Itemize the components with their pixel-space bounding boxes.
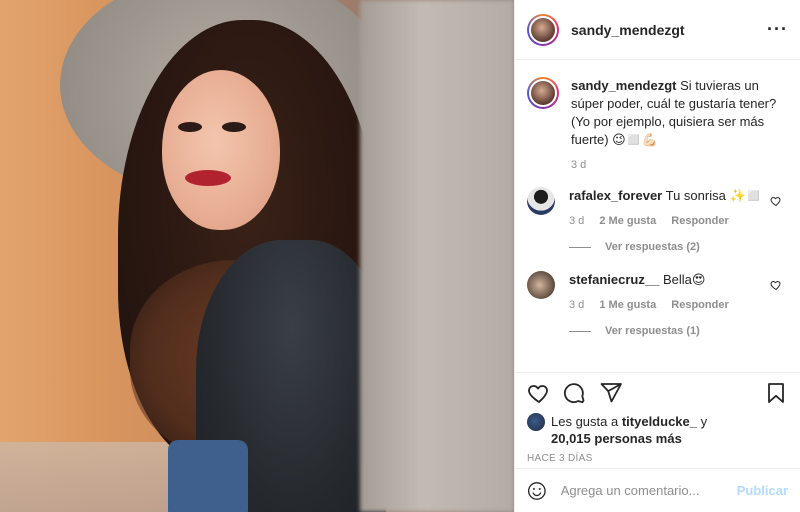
post-modal: sandy_mendezgt ··· sandy_mendezgt Si tuv… xyxy=(0,0,800,512)
comment-age[interactable]: 3 d xyxy=(569,215,584,227)
comment-username[interactable]: rafalex_forever xyxy=(569,188,662,203)
post-time[interactable]: HACE 3 DÍAS xyxy=(515,453,800,464)
comment-avatar[interactable] xyxy=(527,187,555,215)
comment-likes[interactable]: 2 Me gusta xyxy=(599,215,656,227)
comment-icon[interactable] xyxy=(563,381,587,405)
heart-icon[interactable] xyxy=(770,279,782,291)
action-bar xyxy=(515,373,800,413)
share-icon[interactable] xyxy=(599,381,623,405)
comment-username[interactable]: stefaniecruz__ xyxy=(569,272,659,287)
post-comment-button[interactable]: Publicar xyxy=(737,483,788,498)
photo-jeans xyxy=(168,440,248,512)
comment-input[interactable] xyxy=(560,483,737,498)
post-footer: Les gusta a tityelducke_ y 20,015 person… xyxy=(515,372,800,464)
add-comment-bar: Publicar xyxy=(515,468,800,512)
photo-lips xyxy=(185,170,231,186)
caption-avatar[interactable] xyxy=(527,77,559,109)
caption-username[interactable]: sandy_mendezgt xyxy=(571,78,676,93)
photo-face xyxy=(162,70,280,230)
emoji-icon[interactable] xyxy=(527,479,547,503)
likes-prefix: Les gusta a xyxy=(551,414,619,429)
liker-avatar[interactable] xyxy=(527,413,545,431)
reply-button[interactable]: Responder xyxy=(671,299,728,311)
comment-likes[interactable]: 1 Me gusta xyxy=(599,299,656,311)
author-username[interactable]: sandy_mendezgt xyxy=(571,22,685,38)
photo-eye-right xyxy=(222,122,246,132)
photo-eye-left xyxy=(178,122,202,132)
comments-list[interactable]: sandy_mendezgt Si tuvieras un súper pode… xyxy=(515,61,800,371)
post-panel: sandy_mendezgt ··· sandy_mendezgt Si tuv… xyxy=(514,0,800,512)
view-replies-label: Ver respuestas (1) xyxy=(605,325,700,337)
post-caption: sandy_mendezgt Si tuvieras un súper pode… xyxy=(527,77,788,171)
replies-dash xyxy=(569,330,591,332)
likes-summary: Les gusta a tityelducke_ y 20,015 person… xyxy=(515,413,800,447)
comment-avatar[interactable] xyxy=(527,271,555,299)
post-photo[interactable] xyxy=(0,0,514,512)
comment-text: Bella😍 xyxy=(662,272,706,287)
heart-icon[interactable] xyxy=(770,195,782,207)
reply-button[interactable]: Responder xyxy=(671,215,728,227)
comment-item: rafalex_forever Tu sonrisa ✨◻️ 3 d 2 Me … xyxy=(527,187,788,227)
author-avatar[interactable] xyxy=(527,13,559,46)
more-horizontal-icon[interactable]: ··· xyxy=(767,19,788,40)
view-replies-button[interactable]: Ver respuestas (2) xyxy=(569,241,788,253)
post-header: sandy_mendezgt ··· xyxy=(515,0,800,60)
replies-dash xyxy=(569,246,591,248)
like-heart-icon[interactable] xyxy=(527,381,551,405)
comment-text: Tu sonrisa ✨◻️ xyxy=(665,188,762,203)
photo-pillar xyxy=(360,0,514,512)
view-replies-label: Ver respuestas (2) xyxy=(605,241,700,253)
comment-item: stefaniecruz__ Bella😍 3 d 1 Me gusta Res… xyxy=(527,271,788,311)
caption-age[interactable]: 3 d xyxy=(571,159,788,171)
view-replies-button[interactable]: Ver respuestas (1) xyxy=(569,325,788,337)
likes-conj: y xyxy=(700,414,708,429)
liker-username[interactable]: tityelducke_ xyxy=(622,414,697,429)
likes-count[interactable]: 20,015 personas más xyxy=(551,431,682,446)
comment-age[interactable]: 3 d xyxy=(569,299,584,311)
bookmark-icon[interactable] xyxy=(764,381,788,405)
